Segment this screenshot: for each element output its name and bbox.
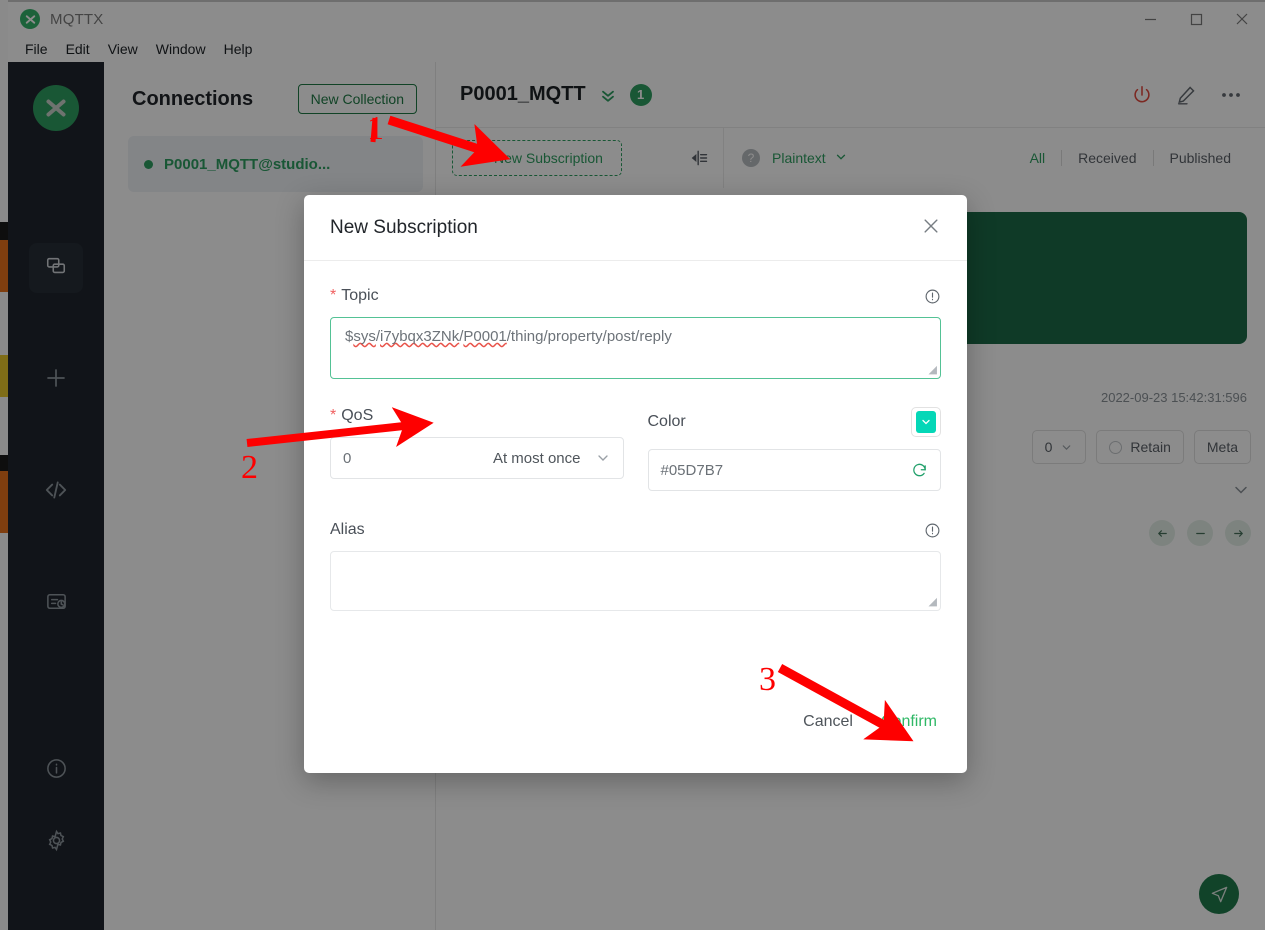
cancel-button[interactable]: Cancel [803,713,853,731]
topic-part-0: sys [353,328,376,345]
color-column: Color #05D7B7 [647,407,941,491]
dialog-body: * Topic $sys/i7ybqx3ZNk/P0001/thing/prop… [304,261,967,689]
qos-column: * QoS 0 At most once [330,407,624,491]
color-value: #05D7B7 [660,461,724,479]
qos-value: 0 [343,449,352,467]
topic-part-5: /thing/property/post/reply [506,328,672,345]
alias-field-label: Alias [330,521,941,539]
info-circle-icon[interactable] [924,288,941,305]
annotation-number-3: 3 [759,661,776,698]
dialog-footer: Cancel Confirm [304,689,967,773]
info-circle-icon[interactable] [924,522,941,539]
topic-input[interactable]: $sys/i7ybqx3ZNk/P0001/thing/property/pos… [330,317,941,379]
annotation-number-1: 1 [367,110,384,147]
color-swatch-preview [916,411,936,433]
topic-part-4: P0001 [463,328,507,345]
topic-field-label: * Topic [330,287,941,305]
confirm-button[interactable]: Confirm [881,713,937,731]
required-asterisk: * [330,287,337,304]
dialog-header: New Subscription [304,195,967,261]
alias-label-text: Alias [330,521,365,538]
topic-label-text: Topic [341,287,379,304]
qos-color-row: * QoS 0 At most once Color #05D7B7 [330,407,941,491]
qos-value-text: At most once [492,449,581,467]
dialog-title: New Subscription [330,216,478,238]
qos-field-label: * QoS [330,407,624,425]
qos-label-text: QoS [341,407,374,424]
resize-handle-icon[interactable]: ◢ [929,363,937,376]
resize-handle-icon[interactable]: ◢ [929,595,937,608]
annotation-number-2: 2 [241,449,258,486]
color-label-text: Color [647,413,686,430]
color-field-label: Color [647,407,941,437]
color-input[interactable]: #05D7B7 [647,449,941,491]
alias-input[interactable]: ◢ [330,551,941,611]
chevron-down-icon [595,450,611,466]
close-icon[interactable] [921,216,941,240]
required-asterisk: * [330,407,337,424]
new-subscription-dialog: New Subscription * Topic $sys/i7ybqx3ZNk… [304,195,967,773]
topic-part-2: i7ybqx3ZNk [380,328,460,345]
mqttx-window: MQTTX File Edit View Window Help Connect… [0,0,1265,930]
qos-select[interactable]: 0 At most once [330,437,624,479]
color-swatch-button[interactable] [911,407,941,437]
refresh-icon[interactable] [911,462,928,479]
